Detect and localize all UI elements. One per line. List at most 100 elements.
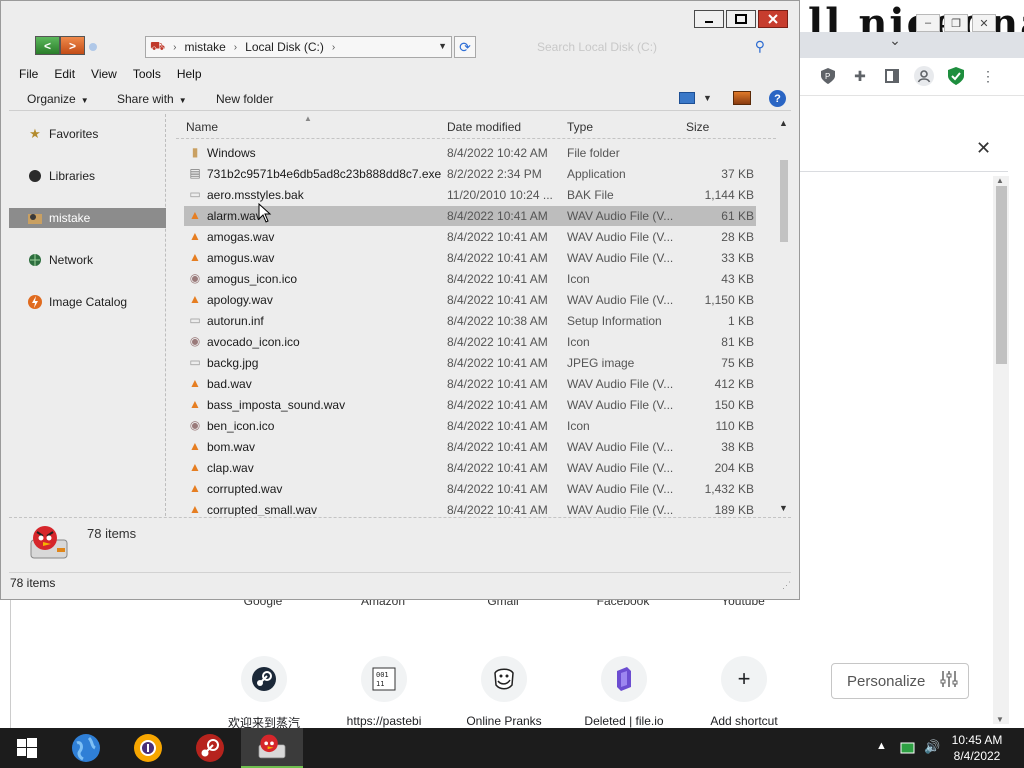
view-options-chevron-icon[interactable]: ▼ <box>703 93 712 103</box>
details-pane: 78 items <box>9 517 791 569</box>
browser-scrollbar[interactable]: ▲ ▼ <box>993 176 1009 724</box>
shield-check-icon[interactable] <box>946 66 966 86</box>
organize-button[interactable]: Organize ▼ <box>27 92 89 106</box>
menu-file[interactable]: File <box>11 66 46 82</box>
file-row[interactable]: ▲ amogus.wav 8/4/2022 10:41 AM WAV Audio Fi… <box>184 248 756 268</box>
breadcrumb-chevron-icon[interactable]: › <box>332 42 335 53</box>
scroll-down-icon[interactable]: ▼ <box>996 715 1004 724</box>
close-button[interactable] <box>758 10 788 28</box>
shortcut-tile-add[interactable]: + Add shortcut <box>684 656 804 728</box>
file-row[interactable]: ▲ clap.wav 8/4/2022 10:41 AM WAV Audio File… <box>184 458 756 478</box>
file-io-icon <box>601 656 647 702</box>
refresh-button[interactable]: ⟳ <box>454 36 476 58</box>
share-with-button[interactable]: Share with ▼ <box>117 92 187 106</box>
resize-grip-icon[interactable]: ⋰ <box>782 580 791 591</box>
address-dropdown-icon[interactable]: ▼ <box>438 41 447 51</box>
menu-view[interactable]: View <box>83 66 125 82</box>
personalize-button[interactable]: Personalize <box>831 663 969 699</box>
minimize-button[interactable]: – <box>916 14 940 32</box>
forward-button[interactable]: > <box>60 36 85 55</box>
help-icon[interactable]: ? <box>769 90 786 107</box>
file-row[interactable]: ▲ bass_imposta_sound.wav 8/4/2022 10:41 AM… <box>184 395 756 415</box>
close-button[interactable]: ✕ <box>972 14 996 32</box>
taskbar-chrome[interactable] <box>117 728 179 768</box>
start-button[interactable] <box>0 728 58 768</box>
file-row[interactable]: ◉ avocado_icon.ico 8/4/2022 10:41 AM Icon 81… <box>184 332 756 352</box>
column-header-type[interactable]: Type <box>567 120 593 134</box>
file-row[interactable]: ▭ autorun.inf 8/4/2022 10:38 AM Setup Infor… <box>184 311 756 331</box>
search-icon[interactable]: ⚲ <box>755 38 765 55</box>
file-list-scrollbar[interactable]: ▲ ▼ <box>776 114 791 516</box>
vlc-icon: ▲ <box>189 481 201 495</box>
menu-tools[interactable]: Tools <box>125 66 169 82</box>
shortcut-tile-online-pranks[interactable]: Online Pranks <box>444 656 564 728</box>
file-row[interactable]: ▮ Windows 8/4/2022 10:42 AM File folder <box>184 143 756 163</box>
infobar-close-icon[interactable]: ✕ <box>976 138 991 159</box>
nav-item-favorites[interactable]: ★ Favorites <box>9 124 166 144</box>
column-header-name[interactable]: Name <box>186 120 218 134</box>
file-row[interactable]: ▭ aero.msstyles.bak 11/20/2010 10:24 ... BA… <box>184 185 756 205</box>
profile-icon[interactable] <box>914 66 934 86</box>
recent-pages-icon[interactable] <box>89 43 97 51</box>
file-row[interactable]: ▭ backg.jpg 8/4/2022 10:41 AM JPEG image 75 … <box>184 353 756 373</box>
user-folder-icon <box>27 210 43 226</box>
maximize-button[interactable]: ❐ <box>944 14 968 32</box>
file-type: Setup Information <box>567 314 662 328</box>
breadcrumb-chevron-icon[interactable]: › <box>173 42 176 53</box>
file-row[interactable]: ▲ apology.wav 8/4/2022 10:41 AM WAV Audio F… <box>184 290 756 310</box>
file-row[interactable]: ▲ corrupted.wav 8/4/2022 10:41 AM WAV Audio… <box>184 479 756 499</box>
file-name: 731b2c9571b4e6db5ad8c23b888dd8c7.exe <box>207 167 442 181</box>
nav-item-mistake[interactable]: mistake <box>9 208 166 228</box>
show-hidden-icons-icon[interactable]: ▲ <box>876 740 887 752</box>
extension-p-icon[interactable]: P <box>818 66 838 86</box>
start-icon <box>17 738 37 758</box>
file-row[interactable]: ◉ ben_icon.ico 8/4/2022 10:41 AM Icon 110 KB <box>184 416 756 436</box>
nav-item-image-catalog[interactable]: Image Catalog <box>9 292 166 312</box>
taskbar-clock[interactable]: 10:45 AM 8/4/2022 <box>944 732 1010 764</box>
search-placeholder: Search Local Disk (C:) <box>537 40 658 54</box>
file-row[interactable]: ▲ bom.wav 8/4/2022 10:41 AM WAV Audio File … <box>184 437 756 457</box>
nav-item-network[interactable]: Network <box>9 250 166 270</box>
address-bar[interactable]: ⛟ › mistake › Local Disk (C:) › ▼ <box>145 36 452 58</box>
shortcut-tile-steam[interactable]: 欢迎来到蒸汽 <box>204 656 324 731</box>
back-button[interactable]: < <box>35 36 60 55</box>
battery-status-icon[interactable] <box>900 741 916 758</box>
file-row[interactable]: ▤ 731b2c9571b4e6db5ad8c23b888dd8c7.exe 8/2… <box>184 164 756 184</box>
scroll-up-icon[interactable]: ▲ <box>996 176 1004 185</box>
file-row[interactable]: ▲ amogas.wav 8/4/2022 10:41 AM WAV Audio Fi… <box>184 227 756 247</box>
taskbar-steam[interactable] <box>179 728 241 768</box>
breadcrumb-mistake[interactable]: mistake <box>184 40 225 54</box>
file-row[interactable]: ▲ corrupted_small.wav 8/4/2022 10:41 AM WAV… <box>184 500 756 516</box>
breadcrumb-chevron-icon[interactable]: › <box>234 42 237 53</box>
scroll-up-icon[interactable]: ▲ <box>779 118 788 128</box>
tab-search-chevron-icon[interactable]: ⌄ <box>886 32 904 50</box>
new-folder-button[interactable]: New folder <box>216 92 273 106</box>
taskbar-explorer[interactable] <box>241 728 303 768</box>
file-row[interactable]: ◉ amogus_icon.ico 8/4/2022 10:41 AM Icon 43 … <box>184 269 756 289</box>
taskbar-browser-globe[interactable] <box>55 728 117 768</box>
ico-icon: ◉ <box>189 271 201 285</box>
scroll-down-icon[interactable]: ▼ <box>779 503 788 513</box>
breadcrumb-local-disk[interactable]: Local Disk (C:) <box>245 40 324 54</box>
shortcut-tile-file-io[interactable]: Deleted | file.io <box>564 656 684 728</box>
scroll-thumb[interactable] <box>996 186 1007 364</box>
volume-icon[interactable]: 🔊 <box>924 739 940 755</box>
extensions-puzzle-icon[interactable]: ✚ <box>850 66 870 86</box>
nav-item-libraries[interactable]: Libraries <box>9 166 166 186</box>
menu-edit[interactable]: Edit <box>46 66 83 82</box>
minimize-button[interactable] <box>694 10 724 28</box>
column-header-date[interactable]: Date modified <box>447 120 521 134</box>
side-panel-icon[interactable] <box>882 66 902 86</box>
scroll-thumb[interactable] <box>780 160 788 242</box>
file-row[interactable]: ▲ bad.wav 8/4/2022 10:41 AM WAV Audio File … <box>184 374 756 394</box>
maximize-button[interactable] <box>726 10 756 28</box>
file-date-modified: 8/4/2022 10:41 AM <box>447 293 548 307</box>
column-header-size[interactable]: Size <box>686 120 709 134</box>
menu-dots-icon[interactable]: ⋮ <box>978 66 998 86</box>
vlc-icon: ▲ <box>189 439 201 453</box>
change-view-icon[interactable] <box>679 92 695 104</box>
shortcut-tile-pastebin[interactable]: 001 11 https://pastebi <box>324 656 444 728</box>
preview-pane-icon[interactable] <box>733 91 751 105</box>
search-input[interactable]: Search Local Disk (C:) ⚲ <box>487 36 773 58</box>
menu-help[interactable]: Help <box>169 66 210 82</box>
